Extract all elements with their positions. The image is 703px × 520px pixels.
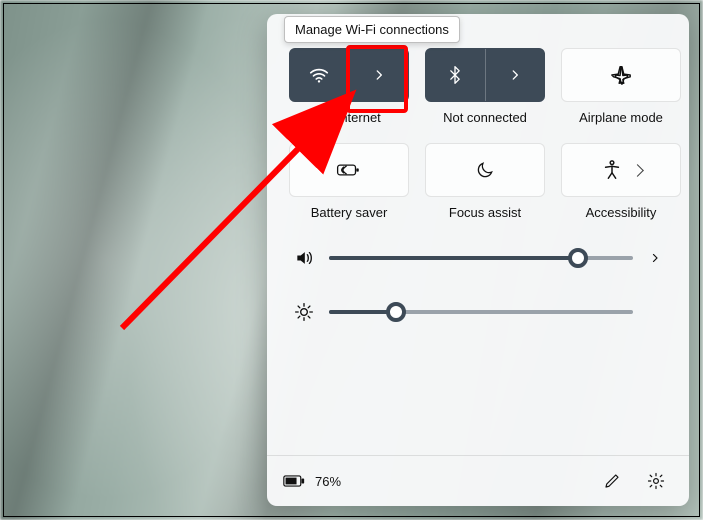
focus-assist-tile[interactable]	[425, 143, 545, 197]
battery-saver-tile[interactable]	[289, 143, 409, 197]
focus-assist-tile-label: Focus assist	[449, 205, 521, 220]
airplane-tile-label: Airplane mode	[579, 110, 663, 125]
chevron-right-icon	[508, 68, 522, 82]
battery-icon[interactable]	[283, 474, 305, 488]
pencil-icon	[603, 472, 621, 490]
brightness-slider-row	[293, 302, 663, 322]
bluetooth-tile-wrap: Not connected	[425, 48, 545, 125]
battery-percent-text[interactable]: 76%	[315, 474, 341, 489]
tooltip-text: Manage Wi-Fi connections	[295, 22, 449, 37]
bluetooth-icon	[445, 65, 465, 85]
battery-saver-tile-wrap: Battery saver	[289, 143, 409, 220]
wifi-tile[interactable]	[289, 48, 409, 102]
brightness-slider[interactable]	[329, 310, 633, 314]
airplane-tile-wrap: Airplane mode	[561, 48, 681, 125]
volume-slider-row	[293, 248, 663, 268]
battery-saver-icon	[336, 160, 362, 180]
airplane-icon	[610, 64, 632, 86]
edit-button[interactable]	[595, 464, 629, 498]
wifi-toggle-half[interactable]	[290, 49, 349, 101]
brightness-slider-thumb[interactable]	[386, 302, 406, 322]
bluetooth-tile-label: Not connected	[443, 110, 527, 125]
focus-assist-tile-wrap: Focus assist	[425, 143, 545, 220]
battery-saver-tile-label: Battery saver	[311, 205, 388, 220]
volume-slider-thumb[interactable]	[568, 248, 588, 268]
brightness-icon[interactable]	[293, 302, 315, 322]
bluetooth-manage-half[interactable]	[486, 49, 545, 101]
wifi-manage-tooltip: Manage Wi-Fi connections	[284, 16, 460, 43]
wifi-tile-label: No internet	[317, 110, 381, 125]
volume-more-button[interactable]	[647, 252, 663, 264]
quick-settings-panel: No internet	[267, 14, 689, 506]
airplane-tile[interactable]	[561, 48, 681, 102]
wifi-icon	[308, 64, 330, 86]
quick-settings-footer: 76%	[267, 455, 689, 506]
chevron-right-icon	[372, 68, 386, 82]
accessibility-tile-wrap: Accessibility	[561, 143, 681, 220]
bluetooth-toggle-half[interactable]	[426, 49, 485, 101]
settings-button[interactable]	[639, 464, 673, 498]
accessibility-icon	[601, 159, 623, 181]
gear-icon	[647, 472, 665, 490]
volume-slider[interactable]	[329, 256, 633, 260]
moon-icon	[475, 160, 495, 180]
accessibility-tile-label: Accessibility	[586, 205, 657, 220]
quick-settings-tiles: No internet	[267, 14, 689, 230]
sliders-section	[267, 230, 689, 330]
volume-slider-fill	[329, 256, 578, 260]
accessibility-tile[interactable]	[561, 143, 681, 197]
wifi-manage-half[interactable]	[350, 49, 409, 101]
speaker-icon[interactable]	[293, 248, 315, 268]
chevron-right-icon	[631, 164, 644, 177]
wifi-tile-wrap: No internet	[289, 48, 409, 125]
bluetooth-tile[interactable]	[425, 48, 545, 102]
